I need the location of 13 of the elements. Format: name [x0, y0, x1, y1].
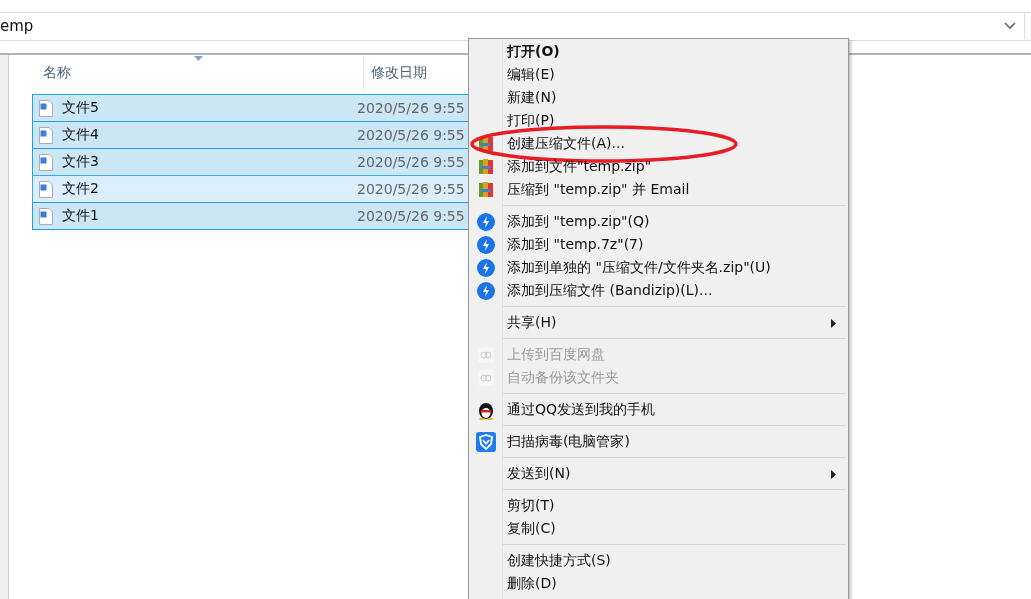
- column-label: 修改日期: [371, 64, 427, 82]
- modified-date: 2020/5/26 9:55: [357, 208, 465, 224]
- file-name: 文件3: [62, 153, 100, 171]
- modified-date: 2020/5/26 9:55: [357, 127, 465, 143]
- modified-date: 2020/5/26 9:55: [357, 100, 465, 116]
- file-name: 文件1: [62, 207, 100, 225]
- file-name: 文件5: [62, 99, 100, 117]
- file-name: 文件2: [62, 180, 100, 198]
- modified-date: 2020/5/26 9:55: [357, 154, 465, 170]
- modified-date: 2020/5/26 9:55: [357, 181, 465, 197]
- address-path: emp: [0, 17, 34, 35]
- file-name: 文件4: [62, 126, 100, 144]
- column-label: 名称: [43, 64, 71, 82]
